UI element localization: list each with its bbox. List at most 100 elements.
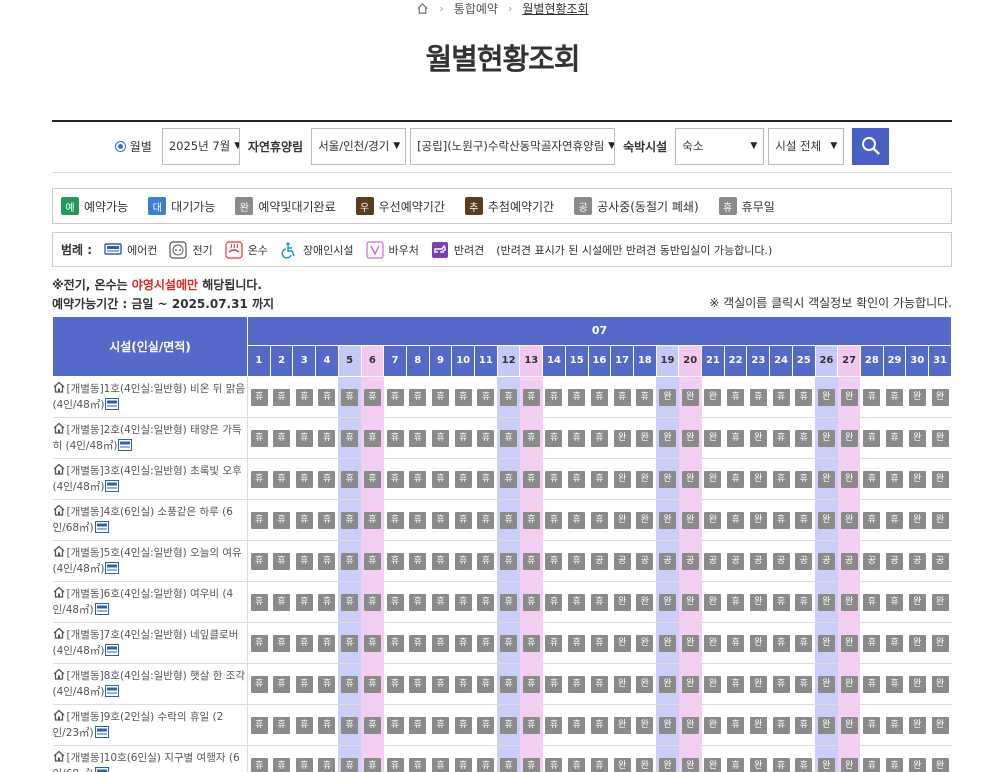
day-cell: 완 xyxy=(678,745,702,772)
facility-cell[interactable]: [개별동]10호(6인실) 지구별 여행자 (6인/68㎡) xyxy=(52,745,248,772)
day-cell: 휴 xyxy=(792,417,816,459)
day-cell: 완 xyxy=(701,458,725,500)
facility-cell[interactable]: [개별동]4호(6인실) 소풍같은 하루 (6인/68㎡) xyxy=(52,499,248,541)
home-icon[interactable] xyxy=(416,2,429,15)
facility-name-link[interactable]: [개별동]8호(4인실:일반형) 햇살 한 조각 (4인/48㎡) xyxy=(53,670,246,698)
day-cell: 휴 xyxy=(519,458,543,500)
availability-badge: 공 xyxy=(704,553,722,570)
breadcrumb-item-reservation[interactable]: 통합예약 xyxy=(454,0,498,17)
facility-cell[interactable]: [개별동]6호(4인실:일반형) 여우비 (4인/48㎡) xyxy=(52,581,248,623)
day-cell: 휴 xyxy=(883,417,906,459)
day-cell: 완 xyxy=(610,704,634,746)
facility-name-link[interactable]: [개별동]5호(4인실:일반형) 오늘의 여유 (4인/48㎡) xyxy=(53,547,242,575)
status-legend-label: 예약및대기완료 xyxy=(258,199,336,214)
day-cell: 공 xyxy=(610,540,634,582)
facility-name-link[interactable]: [개별동]4호(6인실) 소풍같은 하루 (6인/68㎡) xyxy=(53,506,233,534)
day-cell: 휴 xyxy=(406,417,430,459)
monthly-radio-label: 월별 xyxy=(129,139,152,154)
availability-badge: 휴 xyxy=(250,594,268,611)
search-button[interactable] xyxy=(852,127,890,165)
day-cell: 휴 xyxy=(565,376,589,418)
day-header: 9 xyxy=(428,344,453,378)
day-cell: 휴 xyxy=(769,376,793,418)
availability-badge: 휴 xyxy=(568,635,586,652)
day-cell: 완 xyxy=(678,499,702,541)
facility-cell[interactable]: [개별동]1호(4인실:일반형) 비온 뒤 맑음 (4인/48㎡) xyxy=(52,376,248,418)
day-cell: 완 xyxy=(678,581,702,623)
day-cell: 휴 xyxy=(429,499,452,541)
day-cell: 휴 xyxy=(451,663,475,705)
facility-cell[interactable]: [개별동]5호(4인실:일반형) 오늘의 여유 (4인/48㎡) xyxy=(52,540,248,582)
availability-badge: 완 xyxy=(749,471,767,488)
day-cell: 완 xyxy=(905,417,929,459)
availability-badge: 휴 xyxy=(545,594,563,611)
monthly-radio[interactable]: 월별 xyxy=(114,138,152,155)
availability-badge: 휴 xyxy=(386,594,404,611)
facility-name-link[interactable]: [개별동]6호(4인실:일반형) 여우비 (4인/48㎡) xyxy=(53,588,234,616)
day-cell: 완 xyxy=(633,622,657,664)
facility-name-link[interactable]: [개별동]7호(4인실:일반형) 네잎클로버 (4인/48㎡) xyxy=(53,629,239,657)
day-cell: 완 xyxy=(701,745,725,772)
forest-select[interactable]: [공립](노원구)수락산동막골자연휴양림 ▼ xyxy=(410,127,616,165)
day-cell: 휴 xyxy=(565,499,589,541)
availability-badge: 휴 xyxy=(477,717,495,734)
availability-badge: 휴 xyxy=(545,676,563,693)
availability-badge: 완 xyxy=(681,389,699,406)
lodging-type-select[interactable]: 숙소 ▼ xyxy=(675,127,765,165)
availability-badge: 휴 xyxy=(273,676,291,693)
day-cell: 휴 xyxy=(860,458,884,500)
day-cell: 완 xyxy=(656,745,679,772)
day-cell: 완 xyxy=(633,417,657,459)
facility-name-link[interactable]: [개별동]10호(6인실) 지구별 여행자 (6인/68㎡) xyxy=(53,752,240,772)
aircon-icon xyxy=(117,438,133,452)
day-header: 29 xyxy=(882,344,907,378)
day-cell: 완 xyxy=(815,581,838,623)
facility-cell[interactable]: [개별동]9호(2인실) 수락의 휴일 (2인/23㎡) xyxy=(52,704,248,746)
day-cell: 휴 xyxy=(542,417,566,459)
day-cell: 휴 xyxy=(406,704,430,746)
facility-name-link[interactable]: [개별동]9호(2인실) 수락의 휴일 (2인/23㎡) xyxy=(53,711,224,739)
day-cell: 휴 xyxy=(746,376,770,418)
availability-badge: 휴 xyxy=(522,512,540,529)
availability-badge: 휴 xyxy=(886,635,904,652)
day-cell: 휴 xyxy=(497,581,520,623)
icon-legend: 범례 : 에어컨 전기 온수 장애인시설 바우처 반려견 (반려견 표시가 된 … xyxy=(52,232,952,267)
day-cell: 휴 xyxy=(724,745,747,772)
day-cell: 휴 xyxy=(588,622,611,664)
facility-cell[interactable]: [개별동]2호(4인실:일반형) 태양은 가득히 (4인/48㎡) xyxy=(52,417,248,459)
availability-badge: 휴 xyxy=(409,594,427,611)
day-cell: 휴 xyxy=(497,704,520,746)
day-cell: 완 xyxy=(701,663,725,705)
breadcrumb-item-current[interactable]: 월별현황조회 xyxy=(522,0,588,17)
availability-badge: 휴 xyxy=(431,389,449,406)
facility-name-link[interactable]: [개별동]3호(4인실:일반형) 초록빛 오후 (4인/48㎡) xyxy=(53,465,242,493)
day-cell: 완 xyxy=(633,745,657,772)
house-icon xyxy=(53,586,64,598)
facility-cell[interactable]: [개별동]7호(4인실:일반형) 네잎클로버 (4인/48㎡) xyxy=(52,622,248,664)
facility-name-link[interactable]: [개별동]1호(4인실:일반형) 비온 뒤 맑음 (4인/48㎡) xyxy=(53,383,246,411)
day-cell: 휴 xyxy=(588,417,611,459)
day-cell: 휴 xyxy=(338,499,362,541)
availability-badge: 휴 xyxy=(273,758,291,772)
day-cell: 휴 xyxy=(519,540,543,582)
availability-badge: 완 xyxy=(817,676,835,693)
facility-cell[interactable]: [개별동]8호(4인실:일반형) 햇살 한 조각 (4인/48㎡) xyxy=(52,663,248,705)
notice-highlight: 야영시설에만 xyxy=(131,278,199,292)
page-title: 월별현황조회 xyxy=(425,42,580,76)
availability-badge: 휴 xyxy=(341,676,359,693)
month-select[interactable]: 2025년 7월▼ xyxy=(161,127,240,165)
availability-table-wrapper: 시설(인실/면적) 07 1 2 3 4 5 6 7 8 9 10 11 12 13 14 15 16 17 18… xyxy=(52,316,952,772)
day-cell: 휴 xyxy=(497,540,520,582)
availability-badge: 휴 xyxy=(727,717,745,734)
day-cell: 휴 xyxy=(292,663,316,705)
availability-badge: 완 xyxy=(931,758,949,772)
day-header: 21 xyxy=(701,344,725,378)
facility-cell[interactable]: [개별동]3호(4인실:일반형) 초록빛 오후 (4인/48㎡) xyxy=(52,458,248,500)
day-cell: 완 xyxy=(905,458,929,500)
facility-filter-select[interactable]: 시설 전체 ▼ xyxy=(768,127,845,165)
availability-badge: 휴 xyxy=(727,430,745,447)
region-select[interactable]: 서울/인천/경기 ▼ xyxy=(311,127,407,165)
facility-name-link[interactable]: [개별동]2호(4인실:일반형) 태양은 가득히 (4인/48㎡) xyxy=(53,424,242,452)
house-icon xyxy=(53,381,64,393)
day-cell: 휴 xyxy=(406,581,430,623)
